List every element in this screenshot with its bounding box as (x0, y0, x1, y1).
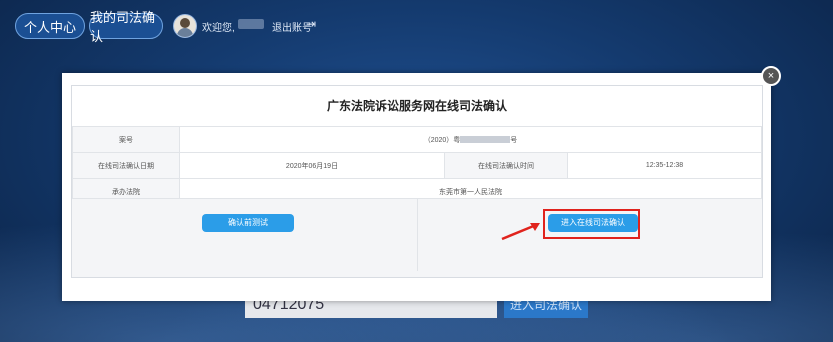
confirm-date-label: 在线司法确认日期 (72, 152, 180, 179)
welcome-text: 欢迎您, (202, 23, 235, 34)
case-number-redacted (460, 136, 511, 144)
confirm-date-value: 2020年06月19日 (179, 152, 445, 179)
close-icon[interactable]: × (761, 66, 781, 86)
user-name-redacted (238, 19, 264, 29)
case-number-label: 案号 (72, 126, 180, 153)
table-row: 案号 （2020）粤号 (72, 126, 762, 153)
avatar (173, 14, 197, 38)
confirm-time-label: 在线司法确认时间 (444, 152, 568, 179)
modal-title: 广东法院诉讼服务网在线司法确认 (72, 86, 762, 127)
nav-my-confirmation[interactable]: 我的司法确认 (89, 10, 163, 44)
action-row: 确认前测试 进入在线司法确认 (72, 198, 762, 271)
pre-test-button[interactable]: 确认前测试 (202, 214, 294, 232)
case-number-value: （2020）粤号 (179, 126, 762, 153)
confirm-time-value: 12:35-12:38 (567, 152, 762, 179)
logout-icon[interactable]: ⇥ (306, 17, 316, 31)
modal-content: 广东法院诉讼服务网在线司法确认 案号 （2020）粤号 在线司法确认日期 202… (71, 85, 763, 278)
table-row: 在线司法确认日期 2020年06月19日 在线司法确认时间 12:35-12:3… (72, 152, 762, 179)
nav-personal-center[interactable]: 个人中心 (15, 13, 85, 39)
confirmation-modal: 广东法院诉讼服务网在线司法确认 案号 （2020）粤号 在线司法确认日期 202… (62, 73, 771, 301)
case-info-table: 案号 （2020）粤号 在线司法确认日期 2020年06月19日 在线司法确认时… (72, 126, 762, 205)
red-arrow-icon (501, 223, 540, 241)
top-navigation: 个人中心 我的司法确认 欢迎您, 退出账号 ⇥ (0, 0, 833, 52)
enter-confirmation-button[interactable]: 进入在线司法确认 (548, 214, 638, 232)
divider (417, 199, 418, 271)
